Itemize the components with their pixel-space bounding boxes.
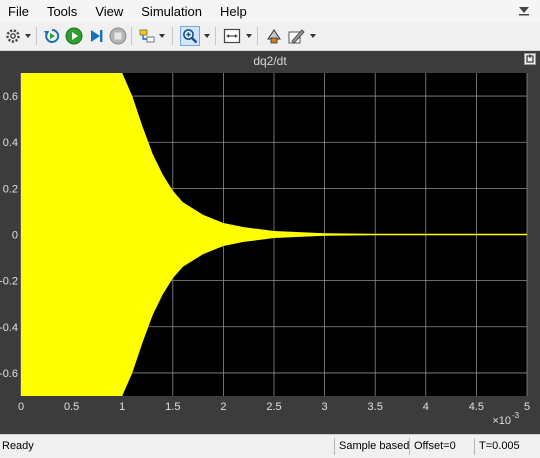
step-forward-icon <box>91 30 103 42</box>
menu-bar: File Tools View Simulation Help <box>0 0 540 23</box>
toolbar-separator <box>172 27 173 45</box>
y-tick-label: 0 <box>12 230 18 242</box>
x-tick-label: 3.5 <box>368 401 383 413</box>
toolbar-separator <box>215 27 216 45</box>
run-button[interactable] <box>64 26 84 46</box>
highlight-icon <box>139 29 155 43</box>
menu-file[interactable]: File <box>8 0 29 23</box>
menu-view[interactable]: View <box>95 0 123 23</box>
style-dropdown-arrow[interactable] <box>310 34 316 38</box>
settings-dropdown-arrow[interactable] <box>25 34 31 38</box>
toolbar <box>0 23 540 51</box>
y-tick-label: -0.4 <box>0 322 18 334</box>
x-tick-label: 4 <box>423 401 429 413</box>
step-back-button[interactable] <box>42 26 62 46</box>
y-tick-label: -0.2 <box>0 276 18 288</box>
zoom-in-button[interactable] <box>180 26 200 46</box>
highlight-dropdown-arrow[interactable] <box>159 34 165 38</box>
x-tick-label: 5 <box>524 401 530 413</box>
y-tick-label: 0.2 <box>3 183 18 195</box>
menu-help[interactable]: Help <box>220 0 247 23</box>
x-tick-label: 1 <box>119 401 125 413</box>
x-tick-label: 0 <box>18 401 24 413</box>
step-forward-button[interactable] <box>86 26 106 46</box>
stop-button[interactable] <box>108 26 128 46</box>
autoscale-icon <box>223 28 241 44</box>
x-tick-label: 1.5 <box>165 401 180 413</box>
x-tick-label: 0.5 <box>64 401 79 413</box>
x-tick-label: 2.5 <box>266 401 281 413</box>
status-state: Ready <box>2 440 34 452</box>
dock-icon[interactable] <box>518 6 530 16</box>
x-tick-label: 3 <box>322 401 328 413</box>
x-tick-label: 4.5 <box>469 401 484 413</box>
scope-axes[interactable]: 0.6 0.4 0.2 0 -0.2 -0.4 -0.6 0 0.5 1 1.5 2 2.5 3 3.5 4 4… <box>0 51 540 434</box>
run-icon <box>65 27 83 45</box>
settings-icon <box>6 29 20 43</box>
y-tick-label: 0.4 <box>3 137 18 149</box>
status-bar: Ready Sample based Offset=0 T=0.005 <box>0 434 540 458</box>
toolbar-separator <box>257 27 258 45</box>
highlight-button[interactable] <box>137 26 157 46</box>
y-tick-label: 0.6 <box>3 91 18 103</box>
settings-button[interactable] <box>3 26 23 46</box>
x-exponent-power: -3 <box>512 411 520 420</box>
write-to-workspace-button[interactable] <box>264 26 284 46</box>
style-button[interactable] <box>286 26 306 46</box>
x-tick-label: 2 <box>220 401 226 413</box>
status-mode: Sample based <box>334 438 409 455</box>
stop-icon <box>109 27 127 45</box>
style-icon <box>288 29 305 44</box>
menu-tools[interactable]: Tools <box>47 0 77 23</box>
x-exponent-label: ×10 <box>492 415 511 427</box>
autoscale-button[interactable] <box>222 26 242 46</box>
write-to-workspace-icon <box>267 29 281 44</box>
y-tick-label: -0.6 <box>0 368 18 380</box>
zoom-dropdown-arrow[interactable] <box>204 34 210 38</box>
step-back-icon <box>44 28 60 43</box>
status-time: T=0.005 <box>474 438 538 455</box>
zoom-in-icon <box>183 29 198 44</box>
toolbar-separator <box>36 27 37 45</box>
menu-simulation[interactable]: Simulation <box>141 0 202 23</box>
toolbar-separator <box>131 27 132 45</box>
status-offset: Offset=0 <box>409 438 473 455</box>
autoscale-dropdown-arrow[interactable] <box>246 34 252 38</box>
